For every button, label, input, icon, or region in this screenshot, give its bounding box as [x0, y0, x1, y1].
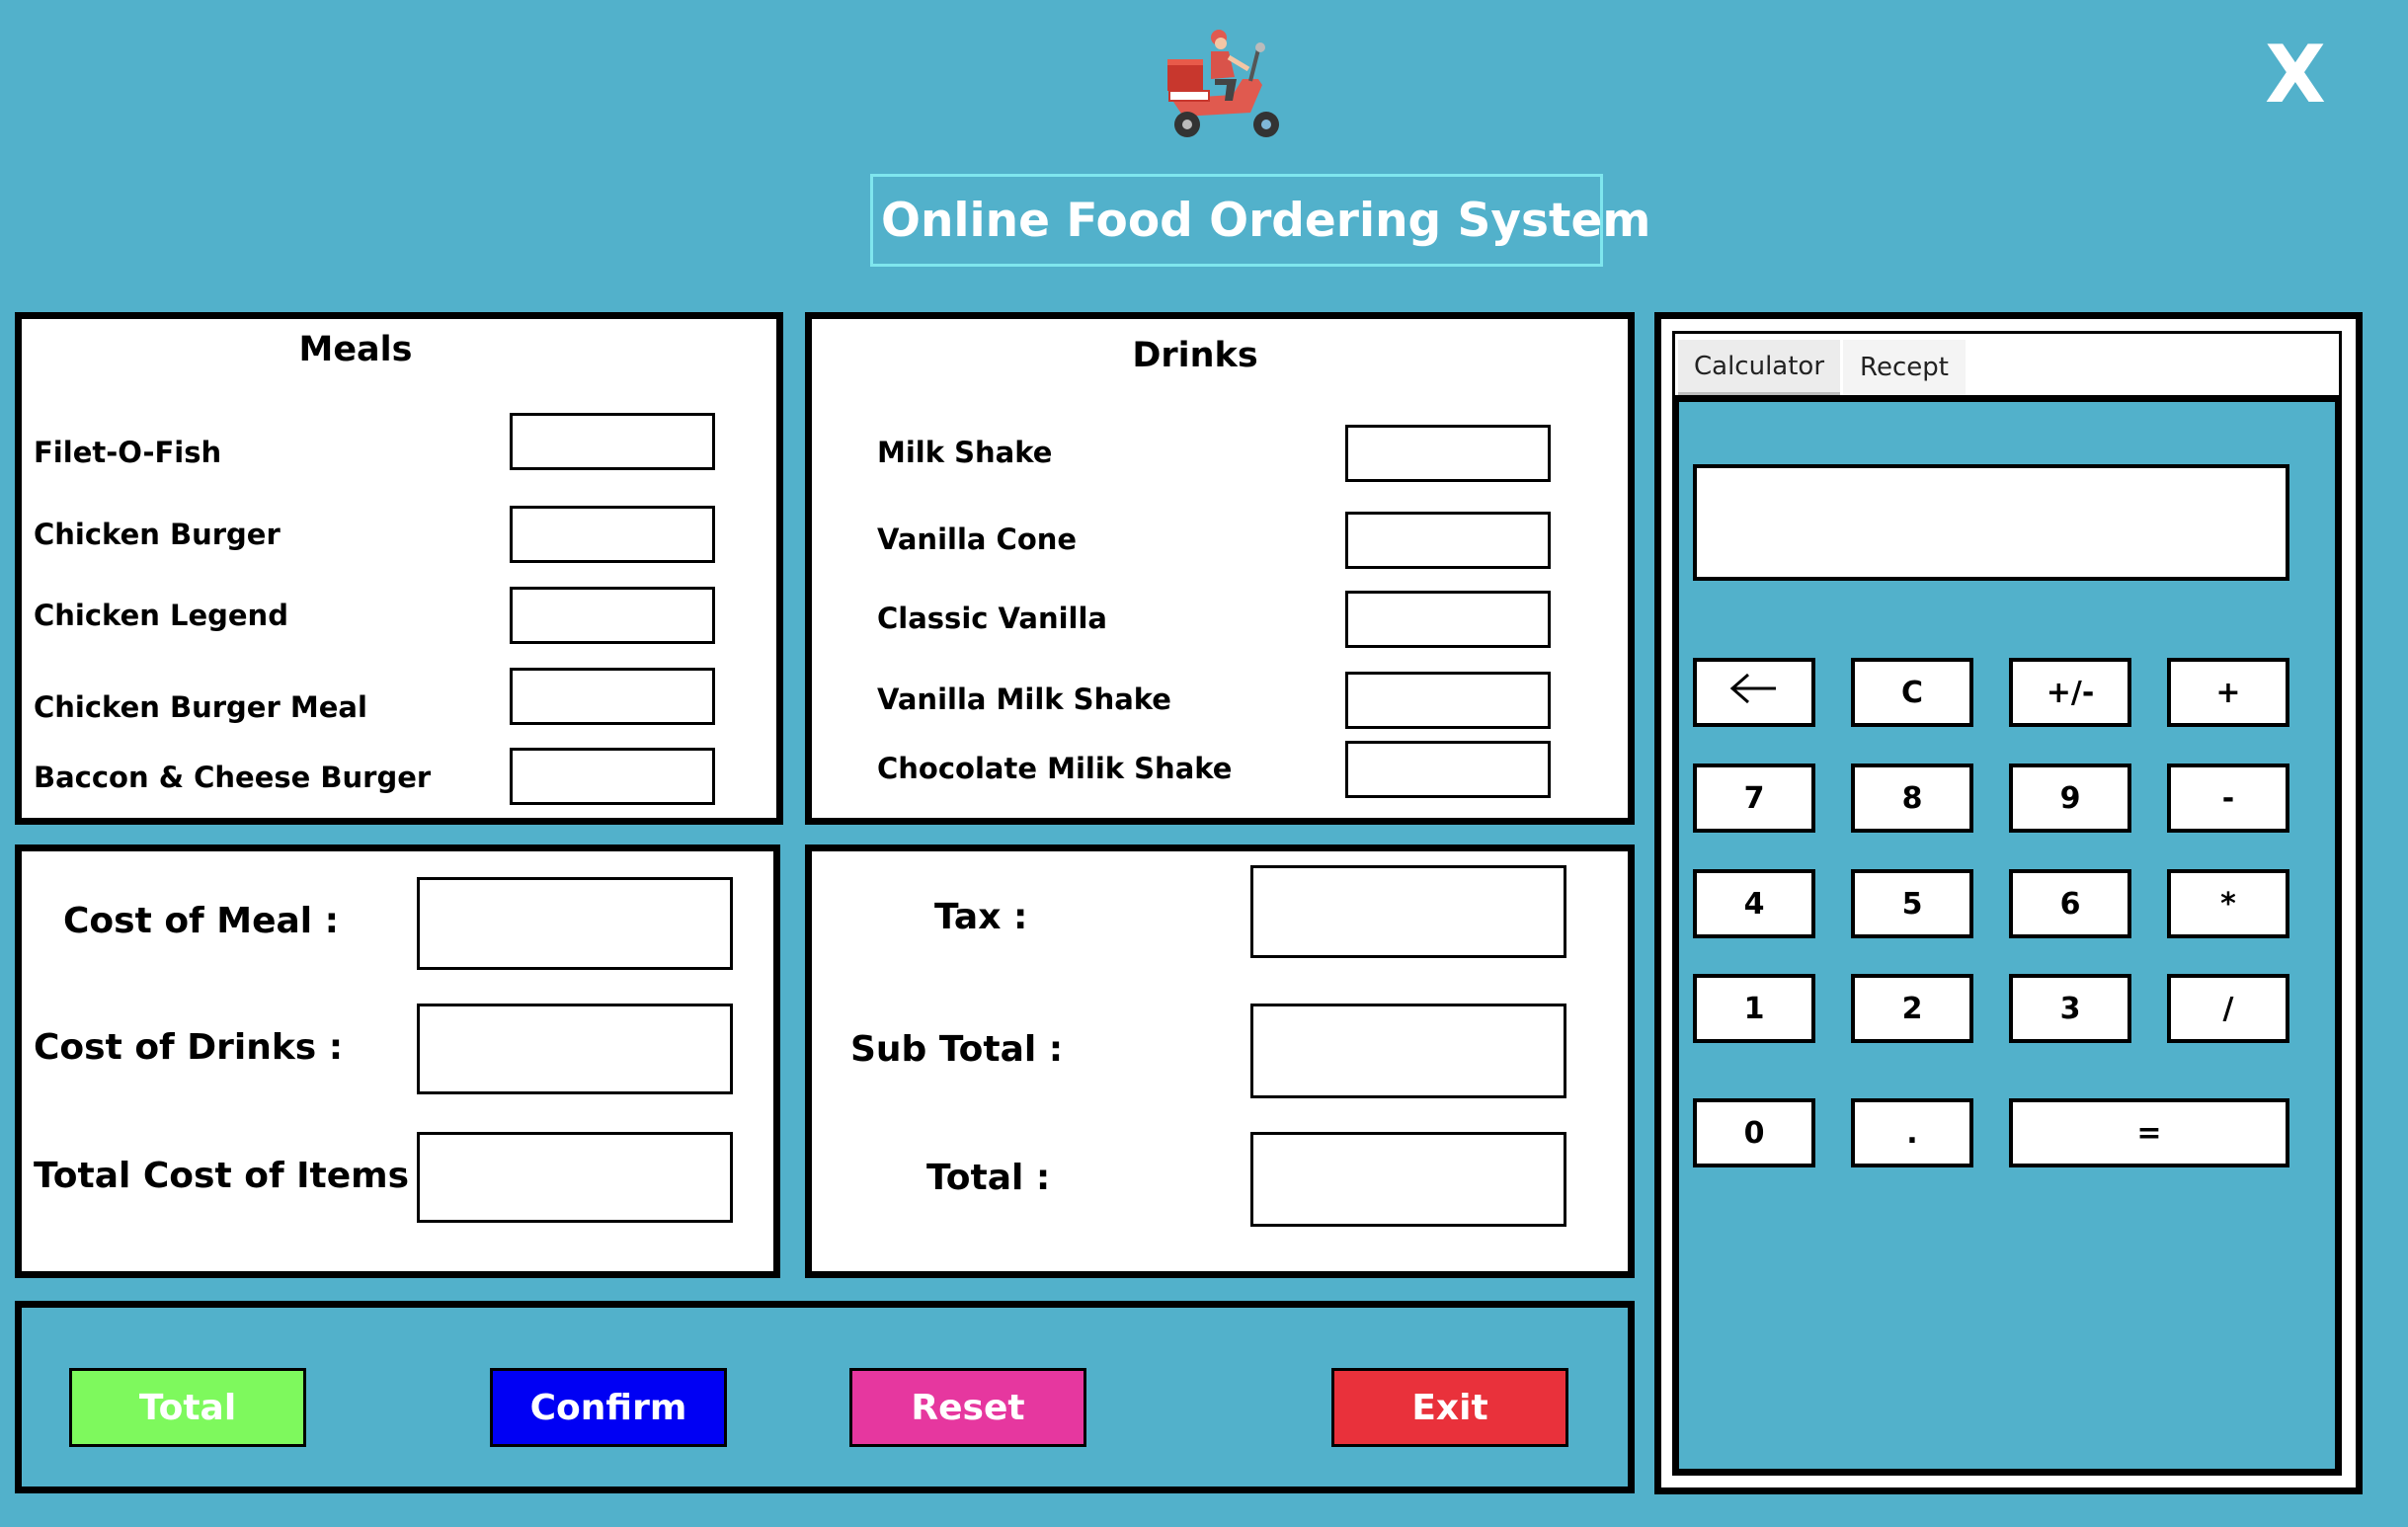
meal-label-chicken-burger: Chicken Burger	[34, 518, 281, 551]
digit-3-button[interactable]: 3	[2009, 974, 2131, 1043]
drink-label-chocolate-milik-shake: Chocolate Milik Shake	[877, 752, 1233, 785]
total-label: Total :	[926, 1158, 1051, 1198]
meal-label-filet-o-fish: Filet-O-Fish	[34, 436, 222, 469]
close-icon[interactable]: X	[2258, 36, 2333, 115]
meal-qty-baccon-cheese-burger[interactable]	[510, 748, 715, 805]
drink-label-vanilla-cone: Vanilla Cone	[877, 522, 1078, 556]
negate-button[interactable]: +/-	[2009, 658, 2131, 727]
decimal-button[interactable]: .	[1851, 1098, 1973, 1167]
exit-button[interactable]: Exit	[1331, 1368, 1568, 1447]
meal-qty-chicken-burger[interactable]	[510, 506, 715, 563]
drinks-title: Drinks	[1132, 336, 1258, 375]
drink-qty-milk-shake[interactable]	[1345, 425, 1551, 482]
digit-0-button[interactable]: 0	[1693, 1098, 1815, 1167]
backspace-button[interactable]	[1693, 658, 1815, 727]
tab-calculator[interactable]: Calculator	[1678, 340, 1840, 395]
drink-label-classic-vanilla: Classic Vanilla	[877, 602, 1108, 635]
calculator-display[interactable]	[1693, 464, 2289, 581]
clear-button[interactable]: C	[1851, 658, 1973, 727]
meal-label-chicken-burger-meal: Chicken Burger Meal	[34, 690, 367, 724]
meal-label-baccon-cheese-burger: Baccon & Cheese Burger	[34, 761, 432, 794]
digit-5-button[interactable]: 5	[1851, 869, 1973, 938]
left-arrow-icon	[1728, 671, 1780, 714]
digit-6-button[interactable]: 6	[2009, 869, 2131, 938]
divide-button[interactable]: /	[2167, 974, 2289, 1043]
cost-of-meal-label: Cost of Meal :	[63, 901, 340, 941]
drink-qty-vanilla-milk-shake[interactable]	[1345, 672, 1551, 729]
confirm-button[interactable]: Confirm	[490, 1368, 727, 1447]
drink-label-vanilla-milk-shake: Vanilla Milk Shake	[877, 683, 1171, 716]
tab-receipt[interactable]: Recept	[1843, 340, 1966, 395]
meal-label-chicken-legend: Chicken Legend	[34, 599, 288, 632]
sub-total-field[interactable]	[1250, 1004, 1566, 1098]
digit-2-button[interactable]: 2	[1851, 974, 1973, 1043]
drink-label-milk-shake: Milk Shake	[877, 436, 1053, 469]
total-cost-of-items-field[interactable]	[417, 1132, 733, 1223]
delivery-scooter-icon	[1164, 30, 1288, 148]
digit-4-button[interactable]: 4	[1693, 869, 1815, 938]
meal-qty-filet-o-fish[interactable]	[510, 413, 715, 470]
drink-qty-chocolate-milik-shake[interactable]	[1345, 741, 1551, 798]
tax-field[interactable]	[1250, 865, 1566, 958]
cost-of-meal-field[interactable]	[417, 877, 733, 970]
digit-8-button[interactable]: 8	[1851, 764, 1973, 833]
page-title: Online Food Ordering System	[870, 174, 1650, 267]
reset-button[interactable]: Reset	[849, 1368, 1086, 1447]
tax-label: Tax :	[934, 897, 1028, 937]
total-cost-of-items-label: Total Cost of Items :	[34, 1156, 437, 1196]
add-button[interactable]: +	[2167, 658, 2289, 727]
cost-of-drinks-field[interactable]	[417, 1004, 733, 1094]
drink-qty-classic-vanilla[interactable]	[1345, 591, 1551, 648]
digit-7-button[interactable]: 7	[1693, 764, 1815, 833]
digit-1-button[interactable]: 1	[1693, 974, 1815, 1043]
subtract-button[interactable]: -	[2167, 764, 2289, 833]
meals-title: Meals	[298, 330, 413, 369]
equals-button[interactable]: =	[2009, 1098, 2289, 1167]
total-button[interactable]: Total	[69, 1368, 306, 1447]
cost-of-drinks-label: Cost of Drinks :	[34, 1027, 344, 1068]
meal-qty-chicken-legend[interactable]	[510, 587, 715, 644]
total-field[interactable]	[1250, 1132, 1566, 1227]
digit-9-button[interactable]: 9	[2009, 764, 2131, 833]
sub-total-label: Sub Total :	[850, 1029, 1064, 1070]
multiply-button[interactable]: *	[2167, 869, 2289, 938]
drink-qty-vanilla-cone[interactable]	[1345, 512, 1551, 569]
meal-qty-chicken-burger-meal[interactable]	[510, 668, 715, 725]
